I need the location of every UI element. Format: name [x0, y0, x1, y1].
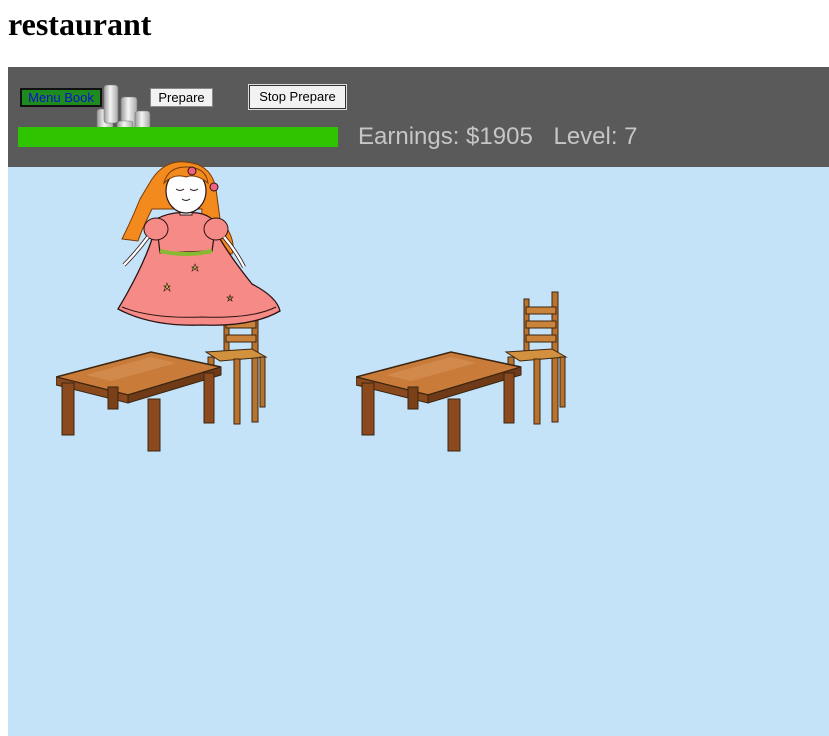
- game-toolbar: Menu Book Prepare Stop Prepare Earnings:…: [8, 67, 829, 167]
- waitress-character[interactable]: [112, 159, 287, 339]
- preparation-progress-bar: [18, 127, 338, 147]
- prepare-button[interactable]: Prepare: [150, 88, 213, 107]
- earnings-text: Earnings: $1905: [358, 123, 533, 150]
- stats-display: Earnings: $1905 Level: 7: [358, 123, 652, 151]
- stop-prepare-button[interactable]: Stop Prepare: [248, 84, 347, 110]
- level-text: Level: 7: [553, 123, 638, 150]
- page-title: restaurant: [8, 6, 152, 42]
- table-icon: [355, 291, 568, 452]
- restaurant-floor: [8, 161, 829, 736]
- menu-book-button[interactable]: Menu Book: [20, 88, 102, 107]
- table-set-2[interactable]: [355, 287, 576, 462]
- progress-fill: [18, 127, 338, 147]
- chair-icon: [504, 291, 568, 425]
